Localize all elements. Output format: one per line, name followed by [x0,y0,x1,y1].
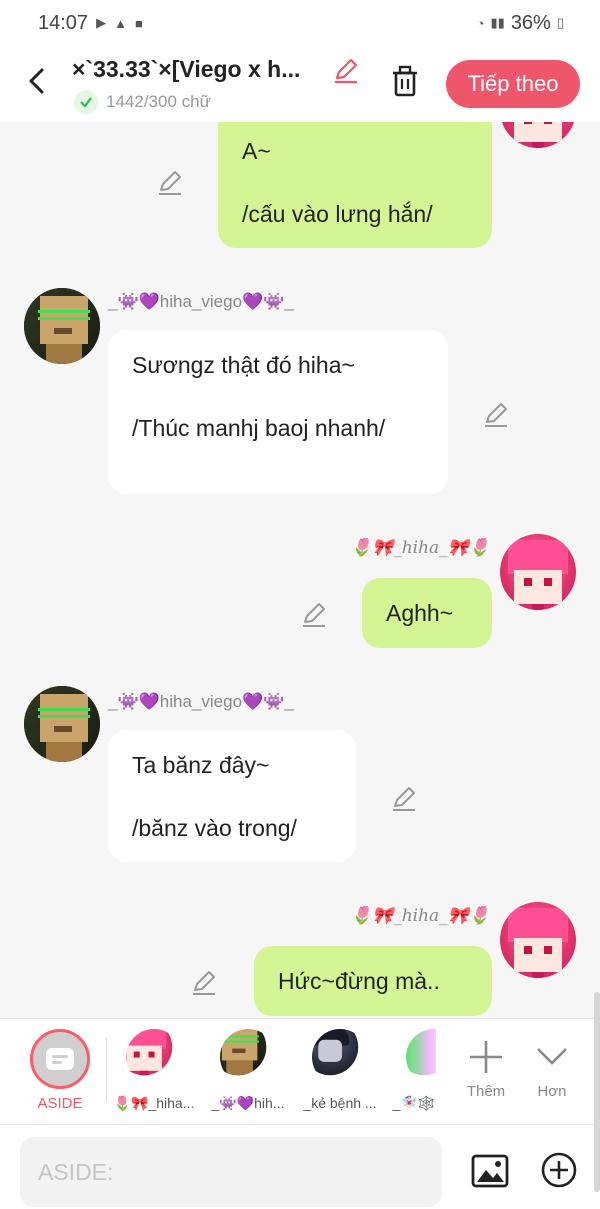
youtube-icon: ▶ [96,15,107,30]
message-bubble-me[interactable]: Hức~đừng mà.. [254,946,492,1016]
avatar-hiha-viego[interactable] [24,686,100,762]
scrollbar[interactable] [594,992,600,1192]
aside-input[interactable] [20,1137,442,1207]
aside-button[interactable] [30,1029,90,1089]
status-time: 14:07 [38,11,89,34]
edit-title-icon[interactable] [332,56,360,84]
add-icon[interactable] [540,1151,578,1189]
character-label: 🌷🎀_hiha... [113,1095,195,1111]
word-count-row: 1442/300 chữ [74,90,211,114]
sender-name: 🌷🎀_hiha_🎀🌷 [350,538,490,558]
status-bar: 14:07 ▶ ▲ ■ ◔ ▮▮ 36% ▯ [0,0,600,46]
wifi-icon: ◔ [476,15,485,31]
avatar-hiha[interactable] [500,122,576,148]
trash-icon[interactable] [388,64,422,100]
next-button[interactable]: Tiếp theo [446,60,580,108]
edit-message-icon[interactable] [190,968,218,996]
less-label[interactable]: Hơn [522,1083,582,1100]
battery-icon: ▯ [556,15,564,30]
chat-area[interactable]: A~ /cấu vào lưng hắn/ _👾💜hiha_viego💜👾_ S… [0,122,600,1018]
notification-icon: ▲ [114,15,127,31]
character-label: _kẻ bệnh ... [303,1095,377,1111]
story-title[interactable]: ×`33.33`×[Viego x h... [72,56,324,83]
character-label: _🧚🏻‍♀️🕸️ [392,1095,436,1111]
edit-message-icon[interactable] [390,784,418,812]
message-bubble-me[interactable]: Aghh~ [362,578,492,648]
message-bubble-other[interactable]: Sươngz thật đó hiha~ /Thúc manhj baoj nh… [108,330,448,494]
image-icon[interactable] [470,1151,510,1191]
add-character-icon[interactable] [466,1037,506,1077]
more-label[interactable]: Thêm [456,1083,516,1100]
character-avatar-fairy[interactable] [406,1029,436,1085]
avatar-hiha[interactable] [500,902,576,978]
signal-icon: ▮▮ [490,15,505,30]
sender-name: _👾💜hiha_viego💜👾_ [108,292,294,311]
character-bar: ASIDE 🌷🎀_hiha... _👾💜hih... _kẻ bệnh ... … [0,1018,600,1124]
word-count: 1442/300 chữ [106,92,211,111]
message-bubble-other[interactable]: Ta bănz đây~ /bănz vào trong/ [108,730,356,862]
avatar-hiha[interactable] [500,534,576,610]
back-arrow-icon[interactable] [22,64,52,98]
sender-name: 🌷🎀_hiha_🎀🌷 [350,906,490,926]
character-label: _👾💜hih... [211,1095,285,1111]
character-avatar-ke-benh[interactable] [312,1029,368,1085]
avatar-hiha-viego[interactable] [24,288,100,364]
aside-label: ASIDE [37,1095,83,1112]
aside-icon [46,1048,74,1070]
composer [0,1124,600,1209]
battery-level: 36% [510,11,551,34]
edit-message-icon[interactable] [482,400,510,428]
chevron-down-icon[interactable] [532,1037,572,1077]
story-header: ×`33.33`×[Viego x h... 1442/300 chữ Tiếp… [0,46,600,122]
message-bubble-me[interactable]: A~ /cấu vào lưng hắn/ [218,122,492,248]
message-icon: ■ [134,15,143,31]
checkmark-icon [74,90,98,114]
edit-message-icon[interactable] [156,168,184,196]
sender-name: _👾💜hiha_viego💜👾_ [108,692,294,711]
character-avatar-hiha[interactable] [126,1029,182,1085]
edit-message-icon[interactable] [300,600,328,628]
divider [106,1037,107,1101]
character-avatar-hiha-viego[interactable] [220,1029,276,1085]
